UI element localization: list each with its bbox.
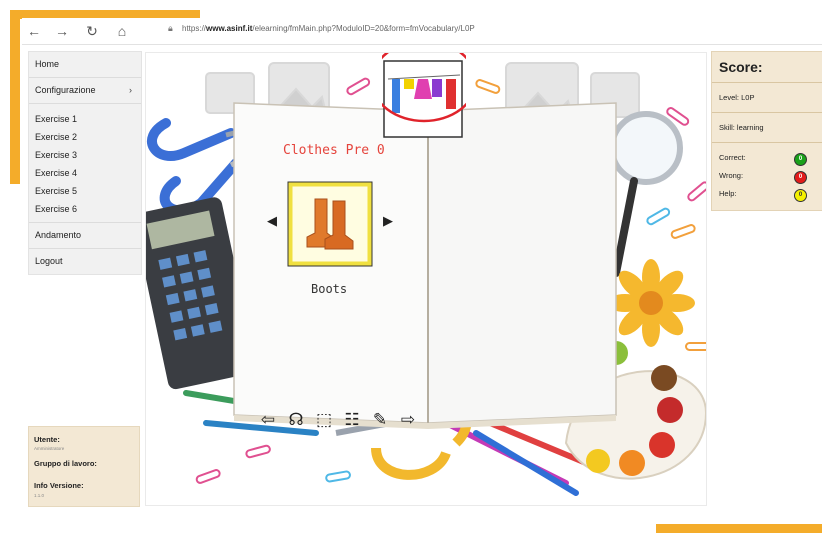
correct-row: Correct: 0 (712, 149, 822, 167)
menu-andamento[interactable]: Andamento (29, 223, 141, 249)
skill-label: Skill: learning (712, 113, 822, 143)
menu-exercise-3[interactable]: Exercise 3 (29, 146, 141, 164)
pencil-icon[interactable]: ✎ (369, 409, 391, 431)
headphones-icon[interactable]: ☊ (285, 409, 307, 431)
help-row: Help: 0 (712, 185, 822, 203)
correct-label: Correct: (719, 153, 746, 162)
home-icon[interactable]: ⌂ (112, 21, 132, 41)
cube-icon[interactable]: ⬚ (313, 409, 335, 431)
lesson-title: Clothes Pre 0 (283, 143, 385, 158)
address-bar[interactable]: https://www.asinf.it/elearning/fmMain.ph… (182, 24, 475, 33)
menu-configurazione[interactable]: Configurazione › (29, 78, 141, 104)
group-label: Gruppo di lavoro: (34, 459, 97, 468)
correct-count-badge: 0 (794, 153, 807, 166)
level-label: Level: L0P (712, 83, 822, 113)
wrong-label: Wrong: (719, 171, 744, 180)
back-icon[interactable]: ← (24, 21, 44, 41)
score-title: Score: (712, 52, 822, 83)
version-value: 1.1.0 (34, 493, 45, 498)
menu-home[interactable]: Home (29, 52, 141, 78)
forward-icon[interactable]: → (52, 21, 72, 41)
browser-bar: ← → ↻ ⌂ 🔒︎ https://www.asinf.it/elearnin… (22, 18, 822, 45)
chevron-right-icon: › (129, 85, 132, 95)
magnifier (609, 111, 683, 277)
previous-word-button[interactable]: ◀ (267, 213, 277, 229)
page-info-icon[interactable]: 🔒︎ (168, 23, 173, 34)
word-label: Boots (311, 282, 348, 296)
boots-image (287, 181, 373, 267)
menu-exercise-1[interactable]: Exercise 1 (29, 110, 141, 128)
help-count-badge: 0 (794, 189, 807, 202)
wrong-row: Wrong: 0 (712, 167, 822, 185)
menu-exercise-2[interactable]: Exercise 2 (29, 128, 141, 146)
forward-arrow-icon[interactable]: ⇨ (397, 409, 419, 431)
score-panel: Score: Level: L0P Skill: learning Correc… (711, 51, 822, 211)
accent-bar-bottom (656, 524, 822, 533)
menu-exercise-4[interactable]: Exercise 4 (29, 164, 141, 182)
clothes-category-image[interactable] (382, 53, 466, 145)
menu-logout[interactable]: Logout (29, 249, 141, 274)
accent-bar-left (10, 10, 20, 184)
speaker-icon[interactable]: ☷ (341, 409, 363, 431)
version-label: Info Versione: (34, 481, 84, 490)
menu-exercise-5[interactable]: Exercise 5 (29, 182, 141, 200)
user-info-panel: Utente: Amministratore Gruppo di lavoro:… (28, 426, 140, 507)
next-word-button[interactable]: ▶ (383, 213, 393, 229)
reload-icon[interactable]: ↻ (82, 21, 102, 41)
menu-exercise-6[interactable]: Exercise 6 (29, 200, 141, 218)
help-label: Help: (719, 189, 737, 198)
exercise-stage: ◀ ▶ ⇦ ☊ ⬚ ☷ ✎ ⇨ (145, 52, 707, 506)
exercise-list: Exercise 1 Exercise 2 Exercise 3 Exercis… (29, 104, 141, 223)
user-value: Amministratore (34, 446, 65, 451)
back-arrow-icon[interactable]: ⇦ (257, 409, 279, 431)
wrong-count-badge: 0 (794, 171, 807, 184)
user-label: Utente: (34, 435, 60, 444)
sidebar-menu: Home Configurazione › Exercise 1 Exercise… (28, 51, 142, 275)
